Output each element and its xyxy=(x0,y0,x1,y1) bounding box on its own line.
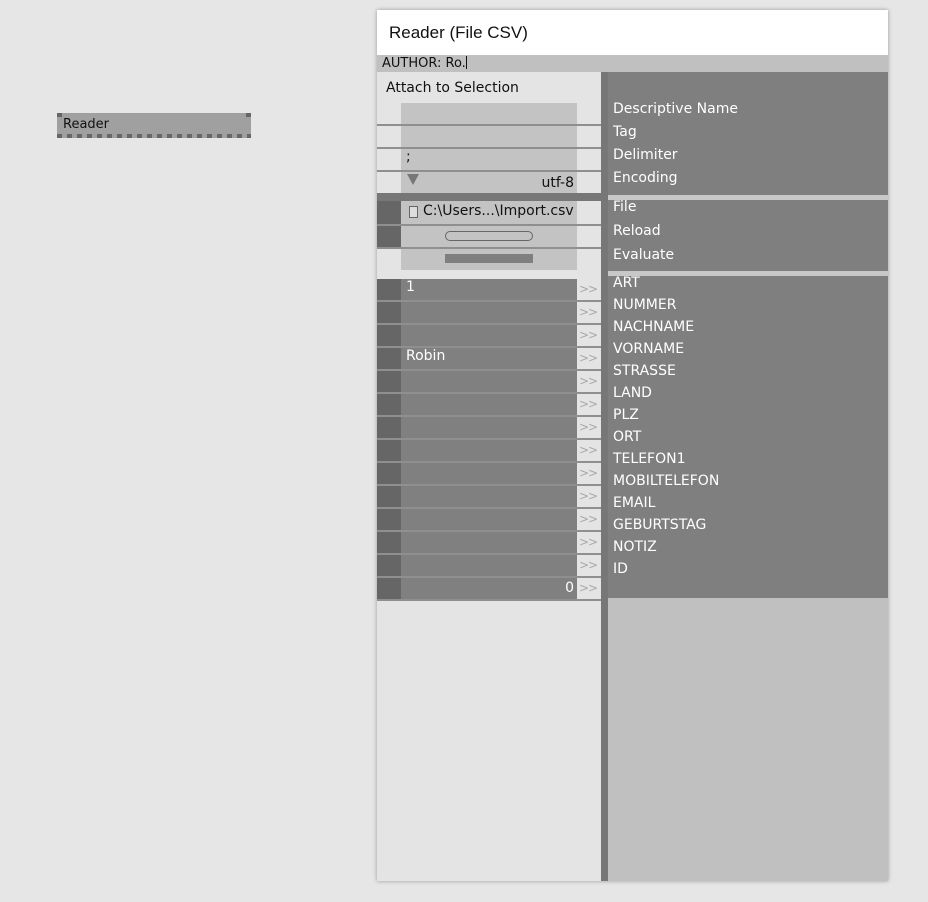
author-field[interactable]: AUTHOR: Ro. xyxy=(377,55,888,72)
field-value-cell[interactable] xyxy=(401,302,577,323)
reload-stub xyxy=(377,226,401,247)
label-tag: Tag xyxy=(613,124,637,140)
field-labels: ART NUMMER NACHNAME VORNAME STRASSE LAND PLZ OR… xyxy=(608,275,888,598)
descriptive-name-input[interactable] xyxy=(401,103,577,125)
node-label: Reader xyxy=(63,117,110,132)
reload-button[interactable] xyxy=(445,231,533,241)
delimiter-input[interactable]: ; xyxy=(401,149,577,170)
field-value-cell[interactable] xyxy=(401,440,577,461)
dropdown-arrow-icon[interactable] xyxy=(407,174,419,185)
attach-to-selection-button[interactable]: Attach to Selection xyxy=(386,80,519,96)
field-value-cell[interactable]: 1 xyxy=(401,279,577,300)
label-file: File xyxy=(613,199,637,215)
connect-arrow-icon[interactable]: >> xyxy=(577,466,599,480)
connect-arrow-icon[interactable]: >> xyxy=(577,397,599,411)
field-label: PLZ xyxy=(613,407,639,423)
inspector-window: Reader (File CSV) AUTHOR: Ro. Attach to … xyxy=(377,10,888,881)
encoding-value: utf-8 xyxy=(541,175,574,191)
count-cell: 0 xyxy=(401,579,577,599)
field-stub xyxy=(377,578,401,599)
field-label: ORT xyxy=(613,429,642,445)
field-label: GEBURTSTAG xyxy=(613,517,707,533)
reader-node[interactable]: Reader xyxy=(57,113,251,138)
node-input-pin-right[interactable] xyxy=(246,113,251,117)
field-label: NUMMER xyxy=(613,297,677,313)
connect-arrow-icon[interactable]: >> xyxy=(577,535,599,549)
connect-arrow-icon[interactable]: >> xyxy=(577,558,599,572)
field-stub xyxy=(377,417,401,438)
file-picker[interactable]: C:\Users...\Import.csv xyxy=(401,201,577,224)
connect-arrow-icon[interactable]: >> xyxy=(577,305,599,319)
field-stub xyxy=(377,279,401,300)
field-stub xyxy=(377,394,401,415)
evaluate-row xyxy=(401,249,577,270)
file-path: C:\Users...\Import.csv xyxy=(423,203,574,219)
field-stub xyxy=(377,325,401,346)
count-value: 0 xyxy=(565,580,574,596)
section-gap xyxy=(377,193,601,201)
field-label: NOTIZ xyxy=(613,539,657,555)
text-caret xyxy=(465,56,467,69)
field-stub xyxy=(377,348,401,369)
label-reload: Reload xyxy=(613,223,661,239)
connect-arrow-icon[interactable]: >> xyxy=(577,420,599,434)
window-titlebar[interactable]: Reader (File CSV) xyxy=(377,10,888,55)
field-stub xyxy=(377,463,401,484)
field-stub xyxy=(377,440,401,461)
tag-input[interactable] xyxy=(401,126,577,147)
field-value-text: Robin xyxy=(406,348,446,364)
reload-row xyxy=(401,226,577,247)
window-title: Reader (File CSV) xyxy=(389,23,528,42)
field-label: VORNAME xyxy=(613,341,685,357)
field-label: ID xyxy=(613,561,628,577)
field-label: ART xyxy=(613,275,640,291)
field-stub xyxy=(377,302,401,323)
field-value-text: 1 xyxy=(406,279,415,295)
connect-arrow-icon[interactable]: >> xyxy=(577,581,599,595)
field-value-cell[interactable] xyxy=(401,371,577,392)
field-value-cell[interactable] xyxy=(401,555,577,576)
encoding-select[interactable]: utf-8 xyxy=(401,172,577,193)
connect-arrow-icon[interactable]: >> xyxy=(577,282,599,296)
field-stub xyxy=(377,371,401,392)
connect-arrow-icon[interactable]: >> xyxy=(577,374,599,388)
config-labels: Descriptive Name Tag Delimiter Encoding xyxy=(608,72,888,195)
row-divider xyxy=(377,599,601,601)
field-label: MOBILTELEFON xyxy=(613,473,720,489)
field-value-cell[interactable] xyxy=(401,509,577,530)
field-value-cell[interactable] xyxy=(401,325,577,346)
file-stub xyxy=(377,201,401,224)
node-output-pins[interactable] xyxy=(57,134,251,138)
field-stub xyxy=(377,509,401,530)
connect-arrow-icon[interactable]: >> xyxy=(577,443,599,457)
label-evaluate: Evaluate xyxy=(613,247,675,263)
field-value-cell[interactable]: Robin xyxy=(401,348,577,369)
field-value-cell[interactable] xyxy=(401,532,577,553)
connect-arrow-icon[interactable]: >> xyxy=(577,512,599,526)
field-label: EMAIL xyxy=(613,495,656,511)
evaluate-button[interactable] xyxy=(445,254,533,263)
field-value-cell[interactable] xyxy=(401,463,577,484)
field-value-cell[interactable] xyxy=(401,394,577,415)
field-label: NACHNAME xyxy=(613,319,695,335)
field-label: STRASSE xyxy=(613,363,676,379)
delimiter-value: ; xyxy=(406,149,411,165)
field-stub xyxy=(377,555,401,576)
field-value-cell[interactable] xyxy=(401,486,577,507)
file-icon xyxy=(409,206,418,218)
action-labels: File Reload Evaluate xyxy=(608,199,888,271)
column-divider[interactable] xyxy=(601,72,608,881)
label-descriptive-name: Descriptive Name xyxy=(613,101,738,117)
field-stub xyxy=(377,532,401,553)
field-label: TELEFON1 xyxy=(613,451,686,467)
connect-arrow-icon[interactable]: >> xyxy=(577,328,599,342)
label-delimiter: Delimiter xyxy=(613,147,678,163)
label-encoding: Encoding xyxy=(613,170,678,186)
field-value-cell[interactable] xyxy=(401,417,577,438)
connect-arrow-icon[interactable]: >> xyxy=(577,489,599,503)
author-text[interactable]: AUTHOR: Ro. xyxy=(382,56,466,71)
field-stub xyxy=(377,486,401,507)
connect-arrow-icon[interactable]: >> xyxy=(577,351,599,365)
field-label: LAND xyxy=(613,385,652,401)
